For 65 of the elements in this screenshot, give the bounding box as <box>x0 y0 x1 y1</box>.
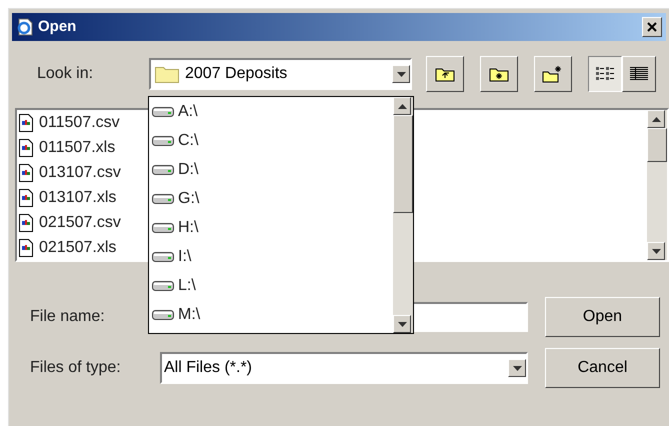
scroll-up-button[interactable] <box>647 110 665 128</box>
file-type-dropdown[interactable]: All Files (*.*) <box>160 352 528 384</box>
folder-icon <box>155 65 179 83</box>
drive-icon <box>152 192 174 204</box>
down-arrow-icon <box>512 366 522 370</box>
toolbar-button[interactable] <box>534 56 572 92</box>
drive-icon <box>152 250 174 262</box>
document-icon <box>19 164 33 182</box>
file-type-label: Files of type: <box>30 358 122 378</box>
down-arrow-icon <box>396 72 406 76</box>
drive-item[interactable]: H:\ <box>152 213 393 242</box>
close-icon <box>647 22 657 32</box>
list-view-icon <box>595 66 615 82</box>
scroll-down-button[interactable] <box>393 315 411 333</box>
drive-item[interactable]: L:\ <box>152 271 393 300</box>
scroll-up-button[interactable] <box>393 97 411 115</box>
down-arrow-icon <box>398 322 406 326</box>
drive-icon <box>152 134 174 146</box>
drive-icon <box>152 164 174 176</box>
new-folder-icon <box>542 65 564 83</box>
file-item[interactable]: 013107.csv <box>19 162 121 184</box>
toolbar-button[interactable] <box>426 56 464 92</box>
drive-icon <box>152 308 174 320</box>
folder-up-icon <box>435 66 455 82</box>
app-icon <box>16 18 34 36</box>
file-item[interactable]: 021507.xls <box>19 237 116 259</box>
folder-star-icon <box>489 66 509 82</box>
scroll-thumb[interactable] <box>393 115 413 213</box>
cancel-button[interactable]: Cancel <box>545 348 660 388</box>
drive-item[interactable]: D:\ <box>152 155 393 184</box>
drive-icon <box>152 106 174 118</box>
scroll-thumb[interactable] <box>647 128 667 162</box>
file-item[interactable]: 013107.xls <box>19 187 116 209</box>
file-name-label: File name: <box>30 307 106 327</box>
file-item[interactable]: 011507.csv <box>19 112 120 134</box>
document-icon <box>19 239 33 257</box>
window-title: Open <box>38 16 78 37</box>
down-arrow-icon <box>652 248 660 254</box>
look-in-label: Look in: <box>37 64 94 84</box>
details-view-icon <box>629 66 649 82</box>
drive-item[interactable]: I:\ <box>152 242 393 271</box>
toolbar-button[interactable] <box>480 56 518 92</box>
view-toggle[interactable] <box>588 56 622 92</box>
document-icon <box>19 189 33 207</box>
document-icon <box>19 139 33 157</box>
scrollbar[interactable] <box>647 110 667 260</box>
close-button[interactable] <box>642 17 662 37</box>
look-in-dropdown[interactable]: 2007 Deposits <box>149 58 412 90</box>
drive-item[interactable]: M:\ <box>152 300 393 329</box>
document-icon <box>19 214 33 232</box>
scrollbar[interactable] <box>393 97 413 333</box>
drive-item[interactable]: G:\ <box>152 184 393 213</box>
look-in-value: 2007 Deposits <box>185 64 288 84</box>
file-item[interactable]: 021507.csv <box>19 212 121 234</box>
drive-item[interactable]: A:\ <box>152 97 393 126</box>
open-button[interactable]: Open <box>545 297 660 337</box>
file-type-value: All Files (*.*) <box>164 358 254 378</box>
file-item[interactable]: 011507.xls <box>19 137 116 159</box>
up-arrow-icon <box>398 104 406 108</box>
document-icon <box>19 114 33 132</box>
drive-icon <box>152 222 174 234</box>
up-arrow-icon <box>652 116 660 122</box>
drive-item[interactable]: C:\ <box>152 126 393 155</box>
scroll-down-button[interactable] <box>647 242 665 260</box>
drive-icon <box>152 280 174 292</box>
